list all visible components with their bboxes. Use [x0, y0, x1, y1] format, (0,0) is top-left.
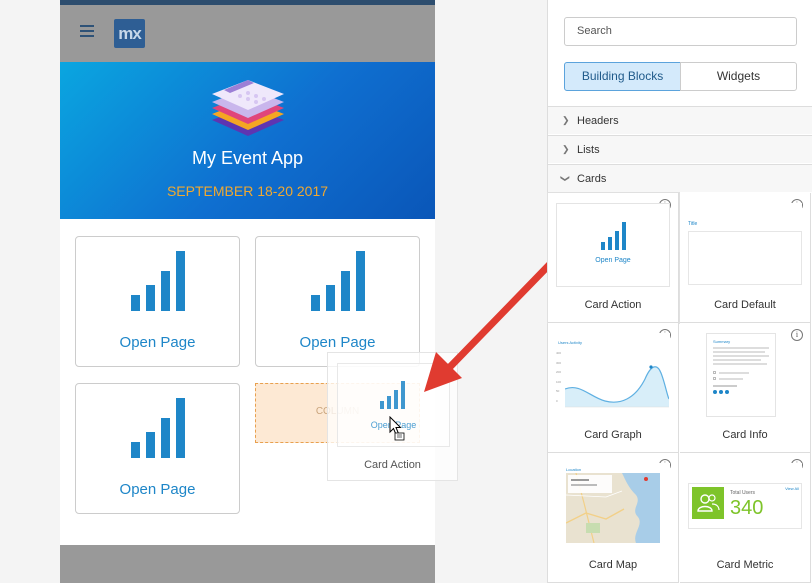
thumb-title: Users Activity [558, 340, 583, 345]
card-default-block[interactable]: i Title Card Default [680, 193, 811, 323]
tile-label: Open Page [119, 481, 196, 498]
dragged-card-label: Card Action [364, 459, 421, 471]
card-metric-thumbnail: Total Users 340 View All [688, 463, 802, 547]
signal-bars-icon [380, 381, 405, 409]
card-graph-thumbnail: Users Activity 400 300 200 100 50 0 [556, 333, 670, 417]
section-lists[interactable]: ❯ Lists [548, 135, 812, 163]
graph-y-ticks: 400 300 200 100 50 0 [556, 351, 562, 403]
metric-label: Total Users [730, 490, 756, 496]
open-page-tile[interactable]: Open Page [75, 236, 240, 367]
app-title: My Event App [191, 148, 304, 168]
chevron-right-icon: ❯ [562, 115, 570, 125]
section-headers[interactable]: ❯ Headers [548, 106, 812, 134]
card-action-thumbnail: Open Page [556, 203, 670, 287]
thumb-title: Summary [713, 339, 731, 344]
card-action-block[interactable]: i Open Page Card Action [548, 193, 679, 323]
card-label: Card Metric [716, 559, 774, 571]
tab-building-blocks[interactable]: Building Blocks [564, 62, 681, 91]
area-graph [565, 365, 669, 408]
card-info-thumbnail: Summary [706, 333, 776, 417]
card-label: Card Action [584, 299, 642, 311]
event-dates: SEPTEMBER 18-20 2017 [166, 183, 329, 199]
card-info-block[interactable]: i Summary Card Info [680, 323, 811, 453]
toolbox-panel: Search Building Blocks Widgets ❯ Headers… [547, 0, 812, 583]
layered-cards-icon [212, 80, 284, 136]
signal-bars-icon [601, 222, 626, 250]
card-label: Card Default [714, 299, 776, 311]
info-icon[interactable]: i [791, 329, 803, 341]
open-page-tile[interactable]: Open Page [255, 236, 420, 367]
thumb-title: Location [566, 467, 582, 472]
section-label: Lists [577, 144, 600, 156]
card-graph-block[interactable]: i Users Activity 400300 200100 500 Card … [548, 323, 679, 453]
app-navbar: mx [60, 5, 435, 62]
card-label: Card Graph [584, 429, 642, 441]
card-metric-block[interactable]: i Total Users 340 View All Card Metric [680, 453, 811, 583]
app-footer [60, 545, 435, 583]
section-label: Cards [577, 173, 607, 185]
card-map-block[interactable]: i Location Card Map [548, 453, 679, 583]
signal-bars-icon [131, 398, 185, 458]
metric-value: 340 [730, 497, 764, 519]
thumb-title: Title [688, 221, 698, 227]
card-default-thumbnail: Title [688, 203, 802, 287]
mx-logo: mx [114, 19, 145, 48]
chevron-right-icon: ❯ [562, 144, 570, 154]
thumb-text: Open Page [595, 257, 631, 264]
search-input[interactable]: Search [564, 17, 797, 46]
app-preview: mx My Event App SEPTEMBER 18-20 2017 Ope… [60, 0, 435, 583]
section-label: Headers [577, 115, 619, 127]
signal-bars-icon [311, 251, 365, 311]
signal-bars-icon [131, 251, 185, 311]
card-map-thumbnail: Location [556, 463, 670, 547]
metric-link: View All [785, 486, 799, 491]
chevron-down-icon: ❯ [560, 174, 571, 183]
section-cards[interactable]: ❯ Cards [548, 164, 812, 192]
tab-widgets[interactable]: Widgets [680, 62, 797, 91]
open-page-tile[interactable]: Open Page [75, 383, 240, 514]
move-cursor-icon [389, 416, 405, 441]
tile-label: Open Page [299, 334, 376, 351]
hamburger-menu-icon[interactable] [80, 25, 94, 37]
users-icon [692, 487, 724, 519]
tile-label: Open Page [119, 334, 196, 351]
thumb-body [688, 231, 802, 285]
card-label: Card Map [588, 559, 638, 571]
card-label: Card Info [722, 429, 768, 441]
map-image [566, 473, 660, 543]
hero-header: My Event App SEPTEMBER 18-20 2017 [60, 62, 435, 219]
